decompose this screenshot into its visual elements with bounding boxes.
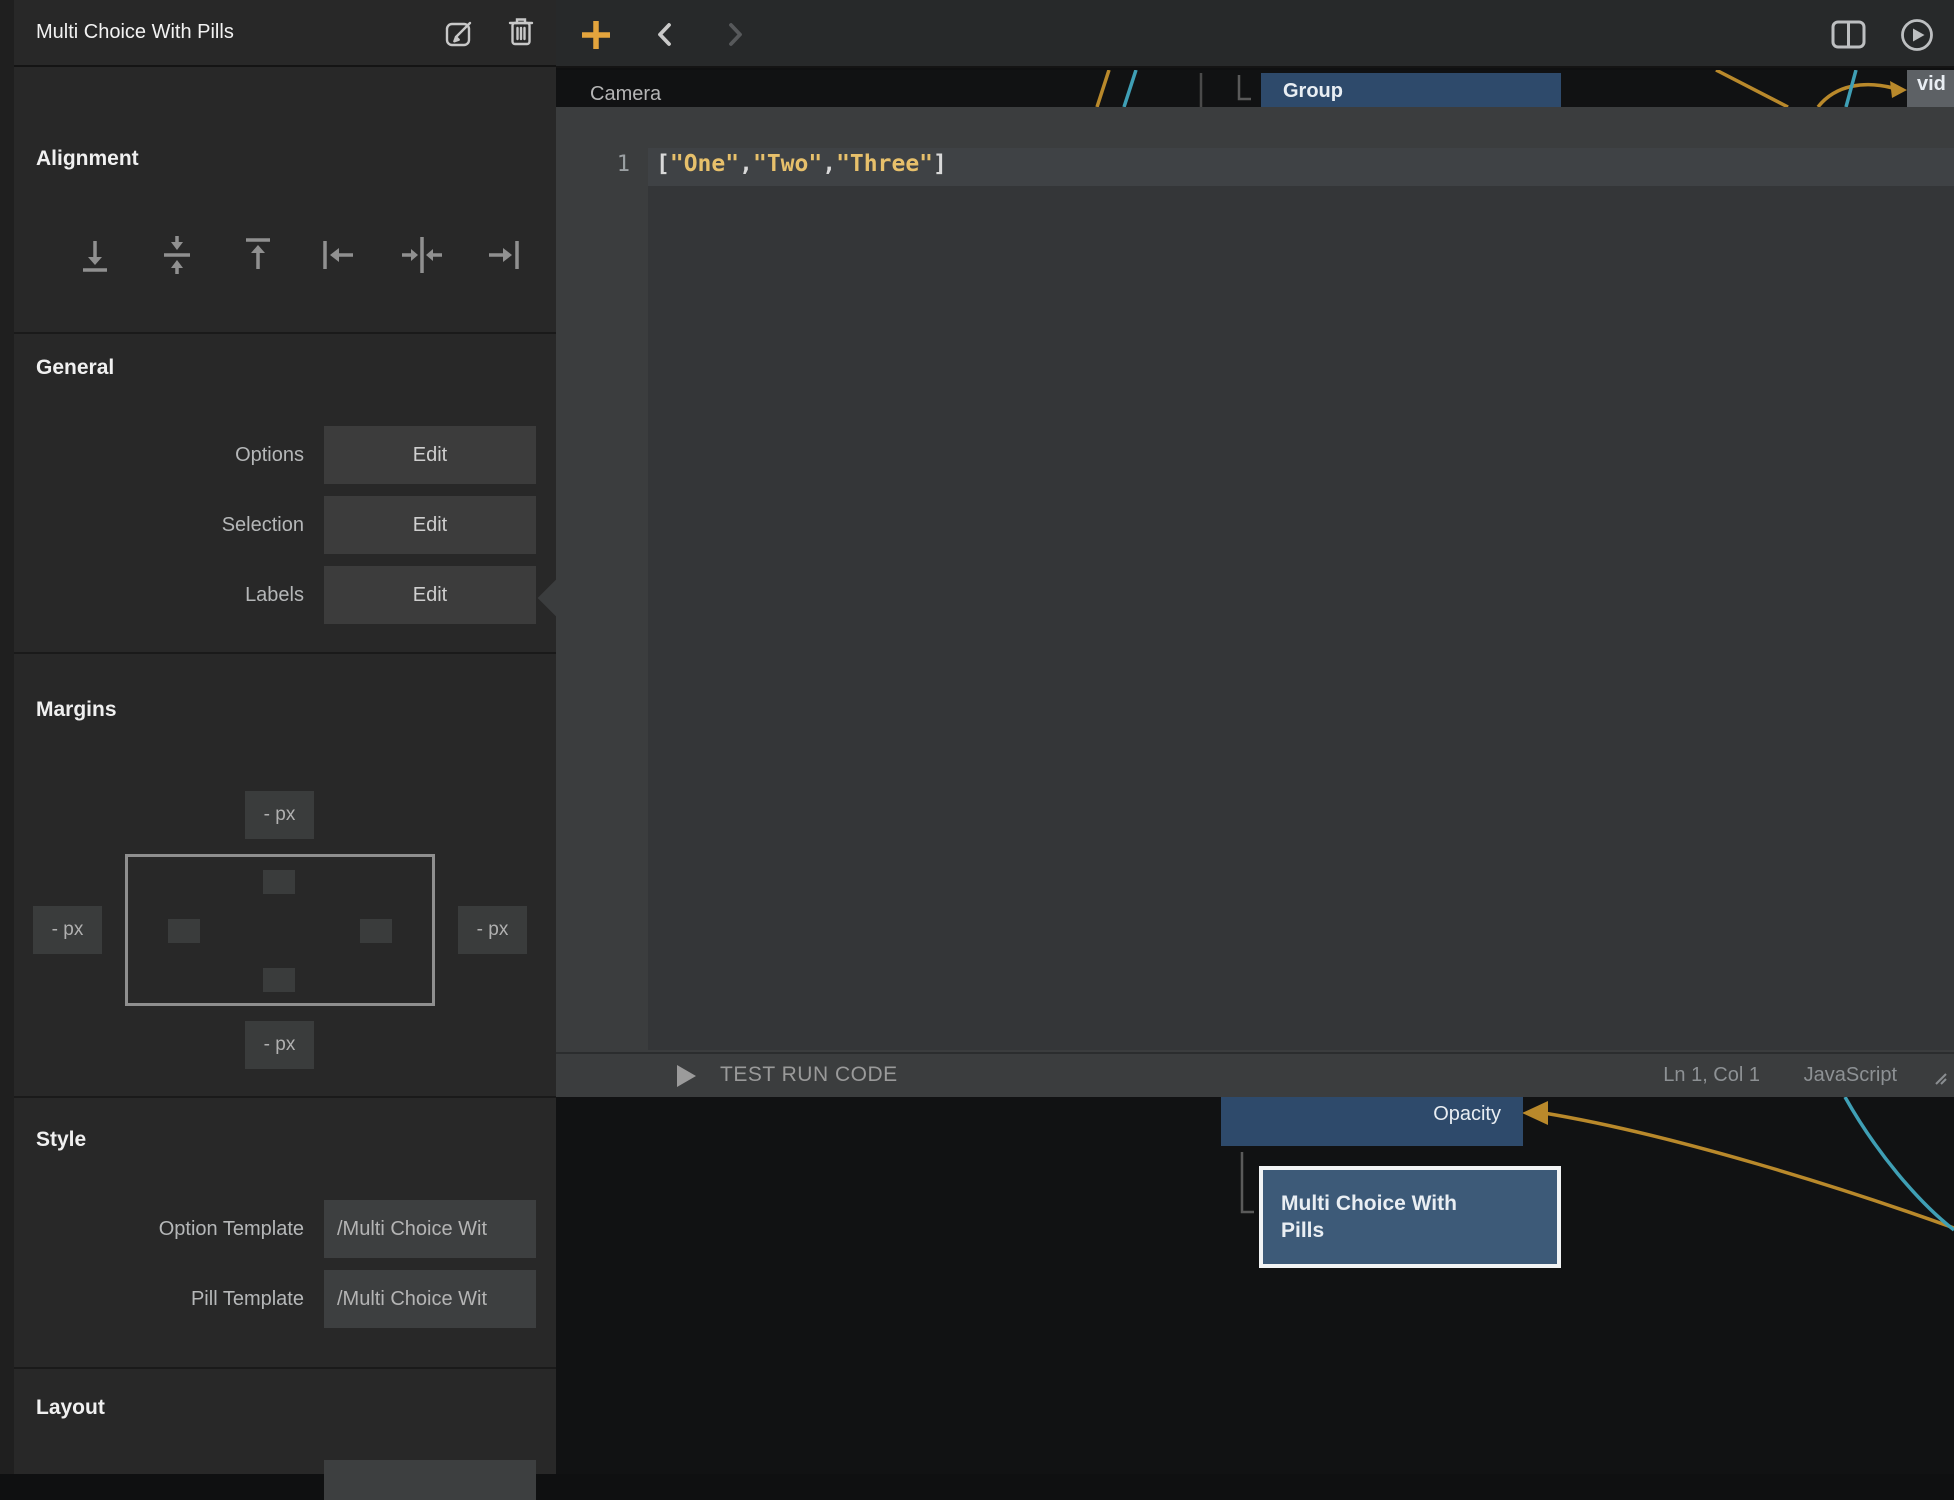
labels-row: Labels Edit — [0, 566, 556, 624]
code-token: , — [822, 151, 836, 177]
node-graph-bottom[interactable]: Opacity Multi Choice With Pills — [556, 1097, 1954, 1474]
layout-heading: Layout — [36, 1396, 105, 1420]
options-edit-button[interactable]: Edit — [324, 426, 536, 484]
general-section: General Options Edit Selection Edit Labe… — [0, 334, 556, 654]
margins-heading: Margins — [36, 698, 117, 722]
option-template-label: Option Template — [159, 1200, 304, 1258]
code-editor-popover: 1 ["One","Two","Three"] TEST RUN CODE Ln… — [556, 107, 1954, 1097]
pill-template-field[interactable]: /Multi Choice Wit — [324, 1270, 536, 1328]
options-row: Options Edit — [0, 426, 556, 484]
patch-wires-bottom — [556, 1097, 1954, 1474]
code-token: , — [739, 151, 753, 177]
option-template-row: Option Template /Multi Choice Wit — [0, 1200, 556, 1258]
selection-row: Selection Edit — [0, 496, 556, 554]
code-token: "Three" — [836, 151, 933, 177]
split-view-button[interactable] — [1831, 20, 1866, 49]
pill-template-row: Pill Template /Multi Choice Wit — [0, 1270, 556, 1328]
margin-bottom-input[interactable]: - px — [245, 1021, 314, 1069]
align-vertical-center-icon — [155, 233, 199, 277]
code-token: ] — [933, 151, 947, 177]
language-indicator[interactable]: JavaScript — [1804, 1064, 1897, 1087]
run-icon — [1900, 18, 1934, 52]
align-top-button[interactable] — [236, 233, 280, 277]
code-token: "Two" — [753, 151, 822, 177]
margin-top-handle — [263, 870, 295, 894]
test-run-code-button[interactable]: TEST RUN CODE — [720, 1063, 898, 1087]
cursor-position: Ln 1, Col 1 — [1663, 1064, 1760, 1087]
margins-preview-box — [125, 854, 435, 1006]
margin-left-input[interactable]: - px — [33, 906, 102, 954]
code-editor-area[interactable] — [648, 148, 1954, 1050]
inspector-panel: Multi Choice With Pills — [0, 0, 556, 1474]
navigate-back-button[interactable] — [655, 21, 675, 48]
split-view-icon — [1831, 20, 1866, 49]
alignment-section: Alignment — [0, 67, 556, 334]
align-left-icon — [317, 233, 361, 277]
margin-right-input[interactable]: - px — [458, 906, 527, 954]
align-bottom-icon — [73, 233, 117, 277]
align-right-icon — [481, 233, 525, 277]
labels-edit-button[interactable]: Edit — [324, 566, 536, 624]
navigate-forward-button[interactable] — [725, 21, 745, 48]
alignment-heading: Alignment — [36, 147, 139, 171]
add-patch-button[interactable] — [580, 19, 612, 51]
general-heading: General — [36, 356, 114, 380]
align-bottom-button[interactable] — [73, 233, 117, 277]
layout-field-partial[interactable] — [324, 1460, 536, 1500]
code-editor-statusbar: TEST RUN CODE Ln 1, Col 1 JavaScript — [556, 1052, 1954, 1097]
align-horizontal-center-icon — [400, 233, 444, 277]
edit-pencil-icon — [443, 16, 477, 50]
chevron-right-icon — [725, 21, 745, 48]
margin-bottom-handle — [263, 968, 295, 992]
node-camera[interactable]: Camera — [590, 83, 661, 106]
align-horizontal-center-button[interactable] — [400, 233, 444, 277]
margin-right-handle — [360, 919, 392, 943]
inspector-title: Multi Choice With Pills — [36, 0, 234, 65]
alignment-buttons — [0, 233, 556, 277]
margin-top-input[interactable]: - px — [245, 791, 314, 839]
pill-template-label: Pill Template — [191, 1270, 304, 1328]
sidebar-edge-strip — [0, 0, 14, 1474]
code-token: "One" — [670, 151, 739, 177]
code-token: [ — [656, 151, 670, 177]
style-section: Style Option Template /Multi Choice Wit … — [0, 1098, 556, 1369]
chevron-left-icon — [655, 21, 675, 48]
patch-wires-top — [556, 70, 1954, 107]
labels-label: Labels — [245, 566, 304, 624]
line-number: 1 — [596, 152, 630, 177]
plus-icon — [580, 19, 612, 51]
node-multi-choice-with-pills[interactable]: Multi Choice With Pills — [1259, 1166, 1561, 1268]
align-left-button[interactable] — [317, 233, 361, 277]
style-heading: Style — [36, 1128, 86, 1152]
selection-label: Selection — [222, 496, 304, 554]
selection-edit-button[interactable]: Edit — [324, 496, 536, 554]
trash-icon — [507, 15, 535, 47]
node-opacity[interactable]: Opacity — [1221, 1097, 1523, 1146]
graph-toolbar — [556, 0, 1954, 68]
inspector-header: Multi Choice With Pills — [0, 0, 556, 67]
layout-section: Layout — [0, 1369, 556, 1474]
code-line-1[interactable]: ["One","Two","Three"] — [656, 151, 947, 177]
rename-patch-button[interactable] — [443, 16, 477, 50]
node-group[interactable]: Group — [1261, 73, 1561, 107]
delete-patch-button[interactable] — [507, 15, 535, 47]
margins-section: Margins - px - px - px - px — [0, 654, 556, 1098]
play-icon — [677, 1065, 696, 1087]
align-vertical-center-button[interactable] — [155, 233, 199, 277]
align-top-icon — [236, 233, 280, 277]
node-video[interactable]: vid — [1907, 70, 1954, 107]
options-label: Options — [235, 426, 304, 484]
run-prototype-button[interactable] — [1900, 18, 1934, 52]
node-graph-top[interactable]: Camera Group vid — [556, 70, 1954, 107]
align-right-button[interactable] — [481, 233, 525, 277]
resize-grip[interactable] — [1928, 1066, 1948, 1086]
margin-left-handle — [168, 919, 200, 943]
option-template-field[interactable]: /Multi Choice Wit — [324, 1200, 536, 1258]
